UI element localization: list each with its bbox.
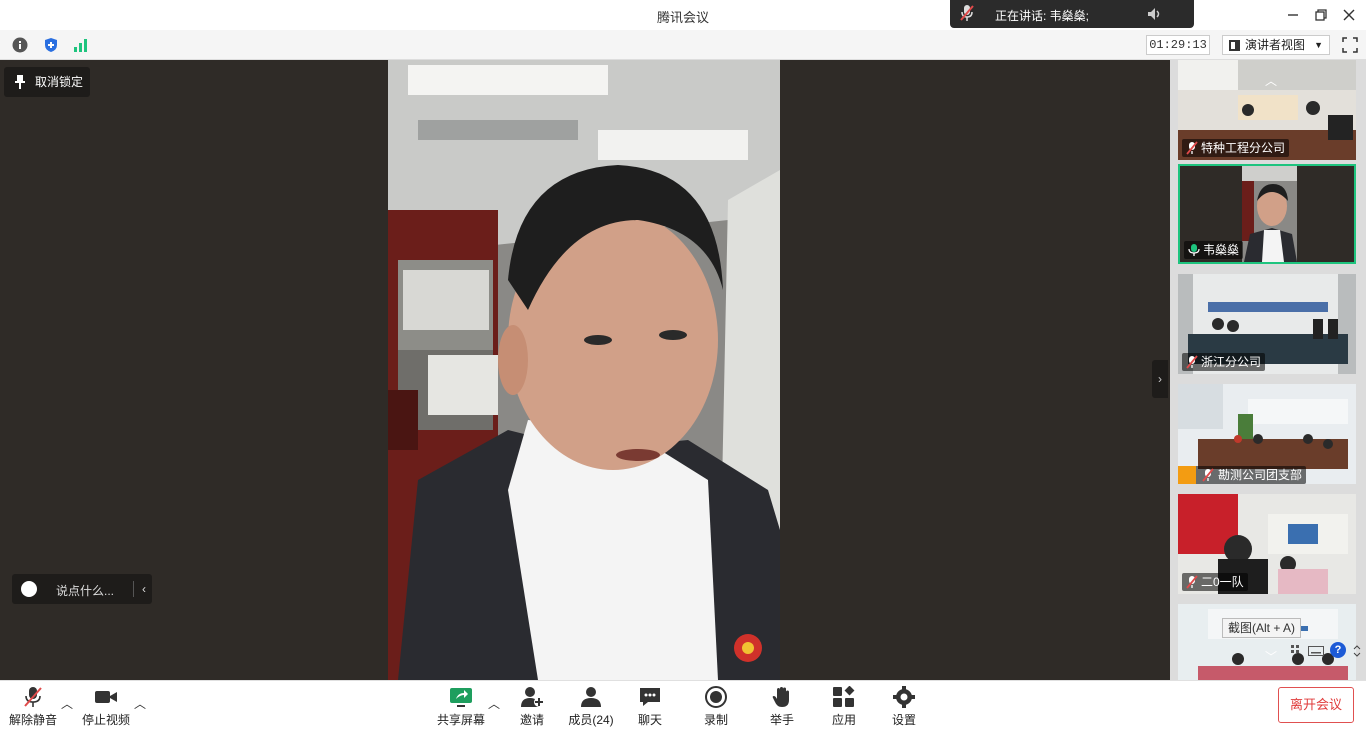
- raise-hand-button[interactable]: 举手: [766, 684, 798, 728]
- minimize-button[interactable]: [1284, 6, 1302, 24]
- grid-icon[interactable]: [1290, 644, 1304, 658]
- record-icon: [705, 686, 727, 708]
- leave-meeting-button[interactable]: 离开会议: [1278, 687, 1354, 723]
- keyboard-icon[interactable]: [1308, 646, 1324, 656]
- members-button[interactable]: 成员(24): [566, 684, 616, 728]
- participant-name: 勘测公司团支部: [1178, 466, 1307, 484]
- restore-button[interactable]: [1312, 6, 1330, 24]
- muted-mic-icon: [960, 5, 974, 21]
- info-bar: 01:29:13 演讲者视图 ▼: [0, 30, 1366, 60]
- main-stage: 取消锁定 说点什么... ‹ ›: [0, 60, 1170, 680]
- chat-input[interactable]: 说点什么... ‹: [12, 574, 152, 604]
- view-mode-select[interactable]: 演讲者视图 ▼: [1222, 35, 1330, 55]
- muted-mic-icon: [1186, 355, 1198, 369]
- scroll-up-button[interactable]: ︿: [1258, 72, 1284, 88]
- meeting-timer: 01:29:13: [1146, 35, 1210, 55]
- chat-placeholder: 说点什么...: [56, 584, 115, 598]
- apps-button[interactable]: 应用: [828, 684, 860, 728]
- fullscreen-icon[interactable]: [1342, 37, 1358, 53]
- members-icon: [581, 687, 601, 707]
- settings-button[interactable]: 设置: [888, 684, 920, 728]
- security-shield-icon[interactable]: [43, 37, 59, 53]
- expand-icon[interactable]: [1352, 644, 1362, 658]
- apps-icon: [833, 686, 855, 707]
- view-mode-label: 演讲者视图: [1245, 38, 1306, 52]
- system-tray: ?: [1290, 642, 1366, 660]
- participant-tile[interactable]: 勘测公司团支部: [1178, 384, 1356, 484]
- pin-icon: [15, 75, 25, 89]
- speaker-video-frame: [388, 60, 780, 680]
- share-screen-button[interactable]: 共享屏幕: [436, 684, 486, 728]
- chevron-down-icon: ▼: [1314, 40, 1323, 50]
- participant-tile-active[interactable]: 韦燊燊: [1178, 164, 1356, 264]
- add-user-icon: [521, 687, 544, 707]
- layout-icon: [1229, 40, 1240, 51]
- participant-tile[interactable]: 二0一队: [1178, 494, 1356, 594]
- main-video: [388, 60, 780, 680]
- participant-tile[interactable]: 浙江分公司: [1178, 274, 1356, 374]
- invite-button[interactable]: 邀请: [516, 684, 548, 728]
- bottom-toolbar: 解除静音 ︿ 停止视频 ︿ 共享屏幕 ︿ 邀请 成员(24) 聊天 录制 举手 …: [0, 680, 1366, 730]
- unmute-button[interactable]: 解除静音: [8, 684, 58, 728]
- audio-options-chevron[interactable]: ︿: [60, 695, 74, 711]
- avatar: [1178, 466, 1196, 484]
- tooltip: 截图(Alt + A): [1222, 618, 1302, 638]
- speaking-indicator: 正在讲话: 韦燊燊;: [950, 0, 1194, 28]
- unpin-label: 取消锁定: [35, 75, 84, 89]
- muted-mic-icon: [1186, 575, 1198, 589]
- record-button[interactable]: 录制: [700, 684, 732, 728]
- participant-name: 浙江分公司: [1182, 353, 1266, 371]
- muted-mic-icon: [24, 687, 42, 707]
- chat-icon: [640, 688, 660, 706]
- divider: [133, 581, 134, 597]
- chevron-left-icon[interactable]: ‹: [142, 582, 146, 596]
- speaking-label: 正在讲话: 韦燊燊;: [995, 9, 1090, 23]
- scroll-down-button[interactable]: ﹀: [1258, 648, 1284, 664]
- close-button[interactable]: [1340, 6, 1358, 24]
- video-options-chevron[interactable]: ︿: [133, 695, 147, 711]
- emoji-icon[interactable]: [21, 581, 37, 597]
- stop-video-button[interactable]: 停止视频: [82, 684, 130, 728]
- title-bar: 腾讯会议 正在讲话: 韦燊燊;: [0, 0, 1366, 30]
- speaking-mic-icon: [1188, 244, 1200, 256]
- signal-strength-icon[interactable]: [73, 37, 89, 53]
- muted-mic-icon: [1186, 141, 1198, 155]
- share-options-chevron[interactable]: ︿: [487, 695, 501, 711]
- gear-icon: [893, 686, 915, 708]
- participant-name: 二0一队: [1182, 573, 1248, 591]
- participant-gallery: 特种工程分公司 韦燊燊 浙江分公司 勘测公司团支部 二0一队: [1170, 60, 1366, 680]
- camera-icon: [95, 691, 117, 703]
- help-icon[interactable]: ?: [1330, 642, 1346, 658]
- speaker-icon[interactable]: [1146, 6, 1162, 22]
- share-screen-icon: [450, 688, 472, 707]
- unpin-button[interactable]: 取消锁定: [4, 67, 90, 97]
- info-icon[interactable]: [12, 37, 28, 53]
- hand-icon: [772, 687, 789, 707]
- participant-name: 韦燊燊: [1184, 241, 1244, 259]
- chat-button[interactable]: 聊天: [634, 684, 666, 728]
- muted-mic-icon: [1202, 468, 1214, 482]
- participant-name: 特种工程分公司: [1182, 139, 1290, 157]
- collapse-sidebar-button[interactable]: ›: [1152, 360, 1168, 398]
